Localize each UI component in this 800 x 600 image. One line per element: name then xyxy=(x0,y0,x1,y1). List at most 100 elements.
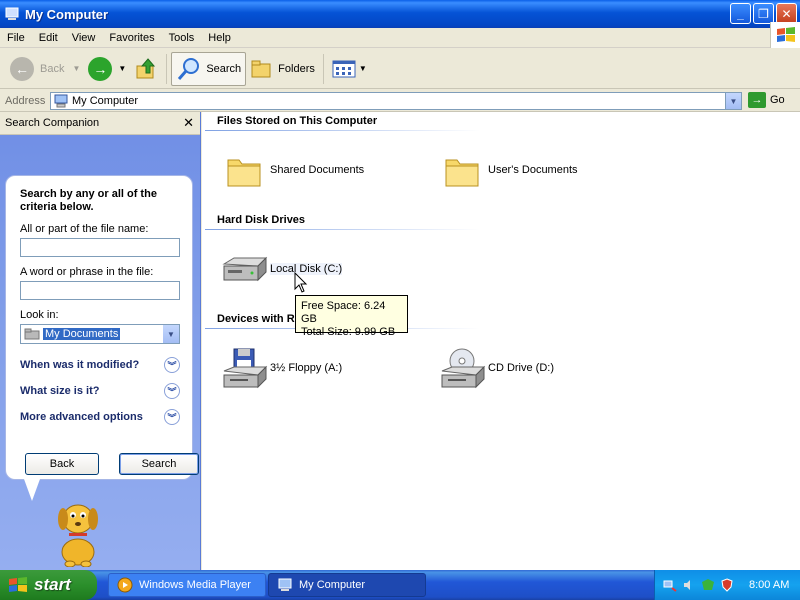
windows-flag-icon xyxy=(9,577,27,592)
system-tray: 8:00 AM xyxy=(654,570,800,600)
mouse-cursor-icon xyxy=(294,272,308,293)
speaker-icon[interactable] xyxy=(682,578,696,592)
task-my-computer[interactable]: My Computer xyxy=(268,573,426,597)
shared-documents-label: Shared Documents xyxy=(270,164,365,176)
look-in-dropdown-icon[interactable]: ▼ xyxy=(163,325,179,343)
search-icon xyxy=(178,57,200,80)
toolbar: ← Back ▼ → ▼ Search Folders ▼ xyxy=(0,49,800,89)
phrase-input[interactable] xyxy=(20,281,180,300)
maximize-button[interactable]: ❐ xyxy=(753,3,774,24)
user-documents-label: User's Documents xyxy=(488,164,578,176)
toolbar-separator xyxy=(166,53,168,84)
cd-drive-item[interactable]: CD Drive (D:) xyxy=(438,347,554,389)
up-folder-icon xyxy=(136,57,156,78)
balloon-tail xyxy=(24,479,40,501)
back-arrow-icon: ← xyxy=(10,56,34,81)
shared-documents-item[interactable]: Shared Documents xyxy=(220,149,364,191)
folders-icon xyxy=(251,60,271,77)
hard-disk-icon xyxy=(220,248,268,290)
windows-logo-icon xyxy=(770,22,800,48)
section-drives-header: Hard Disk Drives xyxy=(217,214,306,226)
my-computer-icon xyxy=(278,578,292,591)
address-label: Address xyxy=(5,94,46,107)
cd-drive-label: CD Drive (D:) xyxy=(488,362,554,374)
option-modified[interactable]: When was it modified? ︾ xyxy=(20,352,180,378)
menu-favorites[interactable]: Favorites xyxy=(102,32,161,44)
up-folder-button[interactable] xyxy=(130,52,162,86)
network-icon[interactable] xyxy=(663,578,677,592)
views-dropdown-icon: ▼ xyxy=(358,64,367,73)
folders-button[interactable]: Folders xyxy=(246,52,319,86)
search-button[interactable]: Search xyxy=(171,51,247,86)
phrase-label: A word or phrase in the file: xyxy=(20,266,154,278)
chevron-down-icon[interactable]: ︾ xyxy=(164,383,180,399)
clock[interactable]: 8:00 AM xyxy=(749,579,789,591)
look-in-label: Look in: xyxy=(20,309,59,321)
look-in-select[interactable]: My Documents ▼ xyxy=(20,324,180,344)
search-back-button[interactable]: Back xyxy=(25,453,99,475)
window-title: My Computer xyxy=(25,6,109,22)
folder-icon xyxy=(220,149,268,191)
content-area: Files Stored on This Computer Shared Doc… xyxy=(202,112,800,570)
menu-file[interactable]: File xyxy=(0,32,32,44)
search-submit-button[interactable]: Search xyxy=(119,453,199,475)
start-button[interactable]: start xyxy=(0,570,97,600)
folder-icon xyxy=(438,149,486,191)
address-dropdown-icon[interactable]: ▼ xyxy=(725,93,741,109)
minimize-button[interactable]: _ xyxy=(730,3,751,24)
close-button[interactable]: ✕ xyxy=(776,3,797,24)
task-label: My Computer xyxy=(299,579,366,591)
section-divider xyxy=(205,229,480,230)
go-button[interactable]: → Go xyxy=(748,92,785,108)
file-name-label: All or part of the file name: xyxy=(20,223,149,235)
menu-view[interactable]: View xyxy=(65,32,103,44)
forward-button[interactable]: → ▼ xyxy=(84,52,130,86)
task-label: Windows Media Player xyxy=(139,579,251,591)
chevron-down-icon[interactable]: ︾ xyxy=(164,357,180,373)
go-arrow-icon: → xyxy=(748,92,766,108)
option-size-label: What size is it? xyxy=(20,385,100,397)
task-windows-media-player[interactable]: Windows Media Player xyxy=(108,573,266,597)
option-size[interactable]: What size is it? ︾ xyxy=(20,378,180,404)
title-bar[interactable]: My Computer _ ❐ ✕ xyxy=(0,0,800,28)
forward-dropdown-icon[interactable]: ▼ xyxy=(118,64,126,73)
tooltip-free-space: Free Space: 6.24 GB xyxy=(301,300,386,325)
folders-label: Folders xyxy=(278,62,315,75)
go-label: Go xyxy=(770,94,785,106)
address-value: My Computer xyxy=(72,95,139,107)
menu-tools[interactable]: Tools xyxy=(162,32,202,44)
forward-arrow-icon: → xyxy=(88,56,113,81)
look-in-value: My Documents xyxy=(43,328,121,340)
address-bar: Address My Computer ▼ → Go xyxy=(0,90,800,112)
search-companion-title: Search Companion xyxy=(5,117,100,129)
floppy-drive-icon xyxy=(220,347,268,389)
menu-edit[interactable]: Edit xyxy=(32,32,65,44)
section-devices-header: Devices with R xyxy=(217,313,295,325)
views-button[interactable]: ▼ xyxy=(328,52,371,86)
media-player-icon xyxy=(117,577,133,593)
search-dog-icon[interactable] xyxy=(50,497,106,567)
search-balloon: Search by any or all of the criteria bel… xyxy=(5,175,199,480)
taskbar: start Windows Media Player My Computer 8… xyxy=(0,570,800,600)
option-advanced[interactable]: More advanced options ︾ xyxy=(20,404,180,430)
toolbar-separator xyxy=(322,53,324,84)
my-computer-icon xyxy=(54,94,68,108)
address-input[interactable]: My Computer ▼ xyxy=(50,92,742,110)
shield-icon[interactable] xyxy=(720,578,734,592)
back-label: Back xyxy=(40,62,65,75)
floppy-drive-item[interactable]: 3½ Floppy (A:) xyxy=(220,347,342,389)
menu-help[interactable]: Help xyxy=(201,32,238,44)
user-documents-item[interactable]: User's Documents xyxy=(438,149,578,191)
file-name-input[interactable] xyxy=(20,238,180,257)
back-button[interactable]: ← Back ▼ xyxy=(6,52,84,86)
start-label: start xyxy=(34,575,71,594)
local-disk-item[interactable]: Local Disk (C:) xyxy=(220,248,343,290)
floppy-drive-label: 3½ Floppy (A:) xyxy=(270,362,343,374)
search-heading: Search by any or all of the criteria bel… xyxy=(20,188,157,213)
chevron-down-icon[interactable]: ︾ xyxy=(164,409,180,425)
security-alert-icon[interactable] xyxy=(701,578,715,592)
section-files-header: Files Stored on This Computer xyxy=(217,115,378,127)
close-pane-icon[interactable]: ✕ xyxy=(183,115,194,131)
option-advanced-label: More advanced options xyxy=(20,411,143,423)
back-dropdown-icon[interactable]: ▼ xyxy=(72,64,80,73)
